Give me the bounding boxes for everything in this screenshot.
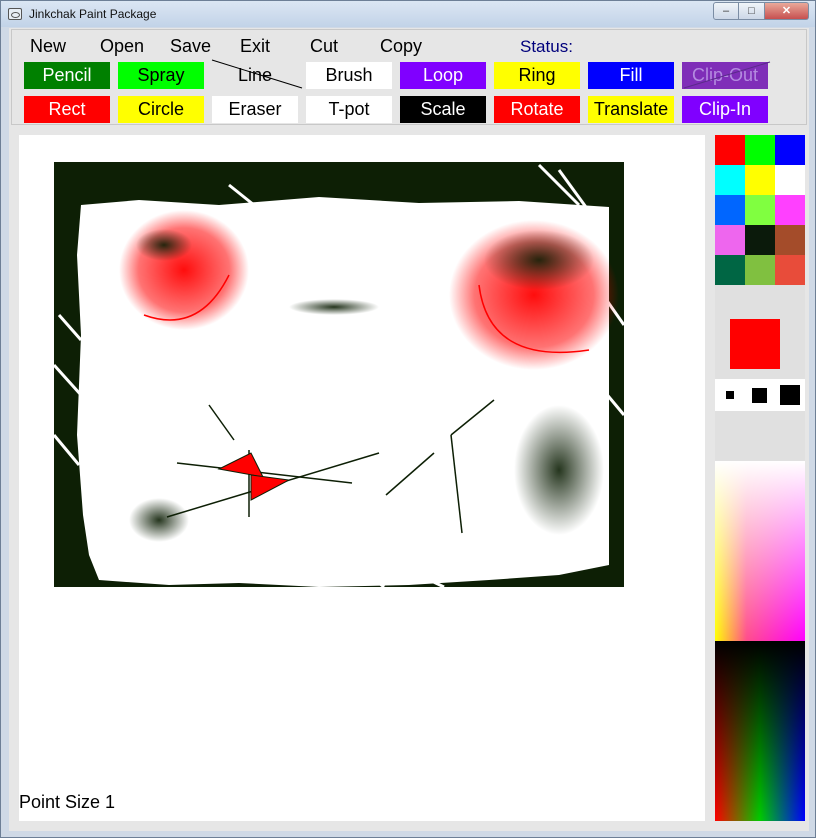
tool-button-brush[interactable]: Brush <box>306 62 392 89</box>
tool-button-spray[interactable]: Spray <box>118 62 204 89</box>
point-size-large[interactable] <box>780 385 800 405</box>
tool-button-t-pot[interactable]: T-pot <box>306 96 392 123</box>
menu-cut[interactable]: Cut <box>310 36 338 57</box>
client-area: New Open Save Exit Cut Copy Status: Penc… <box>9 28 809 831</box>
menu-copy[interactable]: Copy <box>380 36 422 57</box>
dark-spray-top-left <box>136 229 192 261</box>
window-controls: – □ ✕ <box>713 2 809 20</box>
tool-button-fill[interactable]: Fill <box>588 62 674 89</box>
menu-save[interactable]: Save <box>170 36 211 57</box>
color-swatch[interactable] <box>715 135 745 165</box>
color-swatch[interactable] <box>775 255 805 285</box>
color-swatch[interactable] <box>775 195 805 225</box>
color-swatch[interactable] <box>745 225 775 255</box>
point-size-selector <box>715 379 805 411</box>
menu-open[interactable]: Open <box>100 36 144 57</box>
tool-button-ring[interactable]: Ring <box>494 62 580 89</box>
maximize-button[interactable]: □ <box>739 2 765 20</box>
dark-spray-top-right <box>484 230 594 290</box>
tool-button-line[interactable]: Line <box>212 62 298 89</box>
color-swatch[interactable] <box>775 225 805 255</box>
minimize-button[interactable]: – <box>713 2 739 20</box>
color-palette <box>715 135 805 821</box>
close-button[interactable]: ✕ <box>765 2 809 20</box>
drawing-canvas[interactable]: Point Size 1 <box>19 135 705 821</box>
tool-button-scale[interactable]: Scale <box>400 96 486 123</box>
window-title: Jinkchak Paint Package <box>29 7 157 21</box>
tool-button-rect[interactable]: Rect <box>24 96 110 123</box>
color-swatch[interactable] <box>715 225 745 255</box>
color-swatch[interactable] <box>745 255 775 285</box>
tool-button-circle[interactable]: Circle <box>118 96 204 123</box>
current-color-indicator <box>730 319 780 369</box>
color-swatch[interactable] <box>745 165 775 195</box>
point-size-medium[interactable] <box>752 388 767 403</box>
app-icon <box>8 8 22 20</box>
app-window: Jinkchak Paint Package – □ ✕ New Open Sa… <box>0 0 816 838</box>
tool-button-pencil[interactable]: Pencil <box>24 62 110 89</box>
color-gradient-dark[interactable] <box>715 641 805 821</box>
title-bar[interactable]: Jinkchak Paint Package – □ ✕ <box>1 1 815 27</box>
red-spray-top-left <box>119 210 249 330</box>
color-swatch[interactable] <box>715 255 745 285</box>
color-swatch[interactable] <box>745 195 775 225</box>
tool-button-rotate[interactable]: Rotate <box>494 96 580 123</box>
menu-new[interactable]: New <box>30 36 66 57</box>
color-swatch[interactable] <box>715 165 745 195</box>
point-size-small[interactable] <box>726 391 734 399</box>
color-swatch[interactable] <box>715 195 745 225</box>
tool-button-loop[interactable]: Loop <box>400 62 486 89</box>
menu-exit[interactable]: Exit <box>240 36 270 57</box>
dark-spray-bottom-right <box>514 405 604 535</box>
tool-button-eraser[interactable]: Eraser <box>212 96 298 123</box>
color-gradient-light[interactable] <box>715 461 805 641</box>
tool-button-clip-in[interactable]: Clip-In <box>682 96 768 123</box>
canvas-drawing <box>52 162 626 589</box>
status-label: Status: <box>520 37 573 56</box>
dark-spray-middle <box>289 299 379 315</box>
color-swatch[interactable] <box>775 165 805 195</box>
point-size-label: Point Size 1 <box>19 792 116 812</box>
dark-spray-bottom-left <box>129 498 189 542</box>
tool-button-clip-out[interactable]: Clip-Out <box>682 62 768 89</box>
tool-button-translate[interactable]: Translate <box>588 96 674 123</box>
color-swatch[interactable] <box>745 135 775 165</box>
color-swatch[interactable] <box>775 135 805 165</box>
menu-toolbar: New Open Save Exit Cut Copy Status: Penc… <box>11 29 807 125</box>
